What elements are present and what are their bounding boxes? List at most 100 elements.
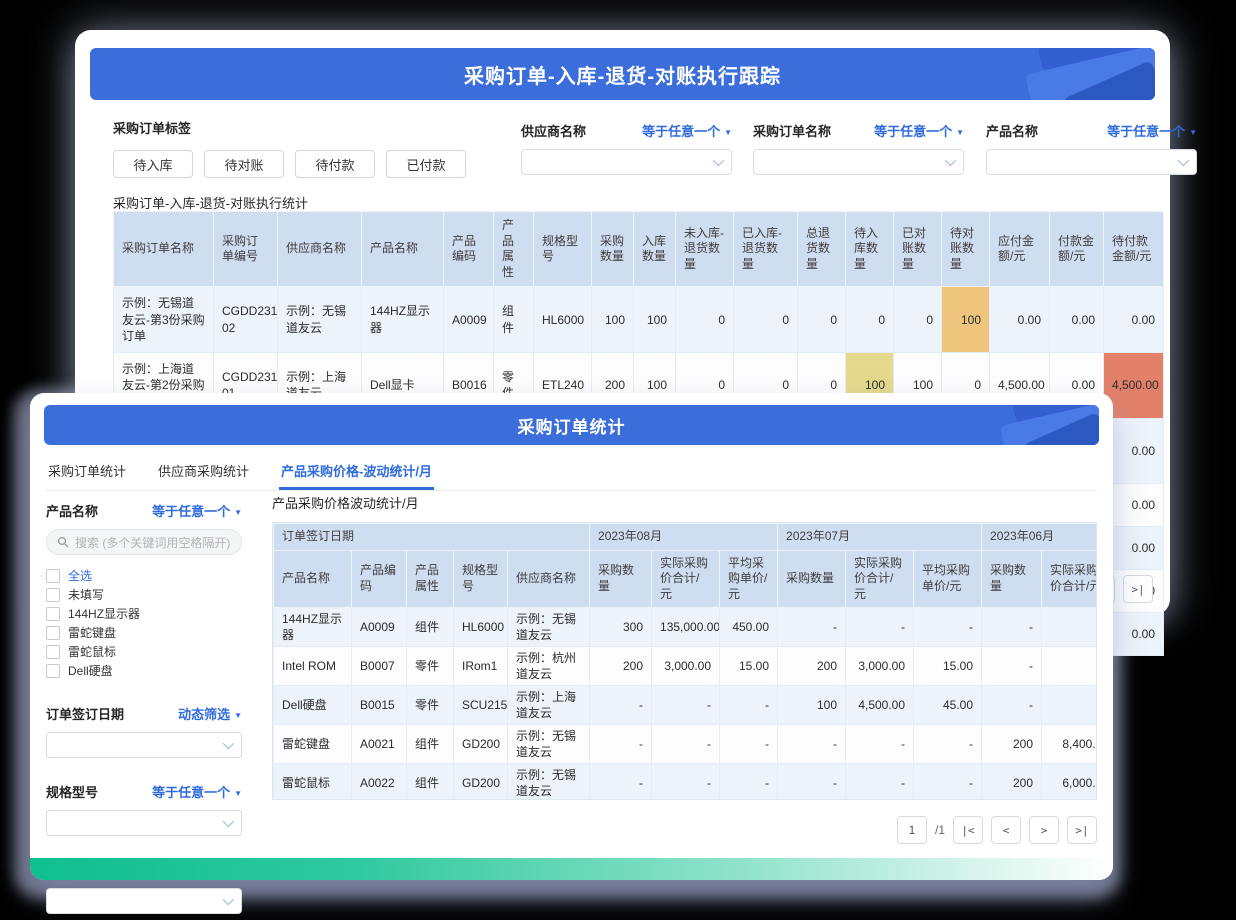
column-header: 采购订单名称 (114, 212, 214, 287)
stats-pagination: 1/1|<<>>| (272, 816, 1097, 844)
checkbox-option[interactable]: 144HZ显示器 (46, 604, 242, 623)
stats-table: 订单签订日期2023年08月2023年07月2023年06月产品名称产品编码产品… (273, 523, 1097, 800)
checkbox-icon (46, 626, 60, 640)
column-header: 规格型号 (534, 212, 592, 287)
order-name-filter: 采购订单名称 等于任意一个▼ (753, 121, 964, 175)
column-header: 总退货数量 (798, 212, 846, 287)
checkbox-icon (46, 645, 60, 659)
checkbox-label: 雷蛇键盘 (68, 624, 116, 641)
table-cell: 0.00 (1050, 287, 1104, 353)
product-name-select[interactable] (986, 149, 1197, 175)
sidebar-supplier-select[interactable] (46, 888, 242, 914)
last-page-button[interactable]: >| (1123, 575, 1153, 603)
tag-button-pending-reconcile[interactable]: 待对账 (204, 150, 284, 178)
page-number-box[interactable]: 1 (897, 816, 927, 844)
caret-down-icon: ▼ (1189, 128, 1197, 137)
order-name-operator-link[interactable]: 等于任意一个▼ (874, 121, 964, 140)
table-cell: 0 (894, 287, 942, 353)
table-cell: 组件 (494, 287, 534, 353)
checkbox-option[interactable]: Dell硬盘 (46, 661, 242, 680)
product-name-filter: 产品名称 等于任意一个▼ (986, 121, 1197, 175)
supplier-filter-label: 供应商名称 (521, 121, 586, 140)
checkbox-icon (46, 607, 60, 621)
checkbox-option[interactable]: 未填写 (46, 585, 242, 604)
table-cell: 15.00 (914, 647, 982, 686)
checkbox-label: Dell硬盘 (68, 662, 113, 679)
supplier-select[interactable] (521, 149, 732, 175)
checkbox-select-all[interactable]: 全选 (46, 566, 242, 585)
chevron-down-icon (945, 155, 956, 166)
column-header: 规格型号 (454, 550, 508, 608)
product-search-input[interactable]: 搜索 (多个关键词用空格隔开) (46, 529, 242, 555)
checkbox-icon (46, 588, 60, 602)
checkbox-icon (46, 664, 60, 678)
table-row: 示例：无锡道友云-第3份采购订单CGDD231208-02示例：无锡道友云144… (114, 287, 1164, 353)
table-cell: 100 (592, 287, 634, 353)
tag-button-pending-inbound[interactable]: 待入库 (113, 150, 193, 178)
order-name-select[interactable] (753, 149, 964, 175)
table-cell: - (590, 725, 652, 764)
caret-down-icon: ▼ (234, 711, 242, 720)
prev-page-button[interactable]: < (991, 816, 1021, 844)
checkbox-option[interactable]: 雷蛇键盘 (46, 623, 242, 642)
tab-price-fluctuation[interactable]: 产品采购价格-波动统计/月 (279, 461, 434, 490)
table-cell: 100 (942, 287, 990, 353)
next-page-button[interactable]: > (1029, 816, 1059, 844)
table-cell: 144HZ显示器 (274, 608, 352, 647)
checkbox-option[interactable]: 雷蛇鼠标 (46, 642, 242, 661)
product-name-filter-label: 产品名称 (986, 121, 1038, 140)
table-cell: 零件 (407, 647, 454, 686)
table-cell: - (720, 725, 778, 764)
table-cell: 0 (798, 287, 846, 353)
date-select[interactable] (46, 732, 242, 758)
supplier-operator-link[interactable]: 等于任意一个▼ (642, 121, 732, 140)
table-cell: 100 (778, 686, 846, 725)
table-cell: - (720, 686, 778, 725)
column-header: 入库数量 (634, 212, 676, 287)
order-tag-filter: 采购订单标签 待入库 待对账 待付款 已付款 (113, 118, 466, 178)
spec-select[interactable] (46, 810, 242, 836)
table-row: 雷蛇鼠标A0022组件GD200示例：无锡道友云------2006,000.0… (274, 764, 1098, 800)
table-cell: 示例：无锡道友云 (508, 725, 590, 764)
table-cell: A0009 (352, 608, 407, 647)
table-cell: - (846, 725, 914, 764)
column-header: 采购订单编号 (214, 212, 278, 287)
table-cell: 144HZ显示器 (362, 287, 444, 353)
month-group-header: 2023年08月 (590, 524, 778, 551)
tag-button-paid[interactable]: 已付款 (386, 150, 466, 178)
product-name-operator-link[interactable]: 等于任意一个▼ (1107, 121, 1197, 140)
stats-table-container: 订单签订日期2023年08月2023年07月2023年06月产品名称产品编码产品… (272, 522, 1097, 800)
column-header: 实际采购价合计/元 (1042, 550, 1097, 608)
table-cell: 8,400.00 (1042, 725, 1097, 764)
table-cell: - (720, 764, 778, 800)
table-cell: - (652, 686, 720, 725)
table-cell: 0 (846, 287, 894, 353)
last-page-button[interactable]: >| (1067, 816, 1097, 844)
table-cell: 示例：无锡道友云 (508, 608, 590, 647)
table-cell: 0.00 (1104, 287, 1164, 353)
column-header: 产品属性 (494, 212, 534, 287)
table-cell: GD200 (454, 725, 508, 764)
caret-down-icon: ▼ (724, 128, 732, 137)
stats-window: 采购订单统计 采购订单统计 供应商采购统计 产品采购价格-波动统计/月 产品名称… (30, 393, 1113, 880)
caret-down-icon: ▼ (956, 128, 964, 137)
table-cell: CGDD231208-02 (214, 287, 278, 353)
column-header: 待入库数量 (846, 212, 894, 287)
product-filter-operator-link[interactable]: 等于任意一个▼ (152, 501, 242, 520)
group-header: 订单签订日期 (274, 524, 590, 551)
date-filter-operator-link[interactable]: 动态筛选▼ (178, 704, 242, 723)
table-cell: B0007 (352, 647, 407, 686)
chevron-down-icon (223, 894, 234, 905)
tag-button-pending-payment[interactable]: 待付款 (295, 150, 375, 178)
stats-main: 产品采购价格波动统计/月 订单签订日期2023年08月2023年07月2023年… (258, 491, 1097, 852)
chevron-down-icon (223, 738, 234, 749)
first-page-button[interactable]: |< (953, 816, 983, 844)
tracking-window-header: 采购订单-入库-退货-对账执行跟踪 (90, 48, 1155, 100)
tab-supplier-stats[interactable]: 供应商采购统计 (156, 461, 251, 490)
spec-filter-operator-link[interactable]: 等于任意一个▼ (152, 782, 242, 801)
stats-window-header: 采购订单统计 (44, 405, 1099, 445)
supplier-filter: 供应商名称 等于任意一个▼ (521, 121, 732, 175)
checkbox-label: 未填写 (68, 586, 104, 603)
table-cell: 雷蛇鼠标 (274, 764, 352, 800)
tab-order-stats[interactable]: 采购订单统计 (46, 461, 128, 490)
